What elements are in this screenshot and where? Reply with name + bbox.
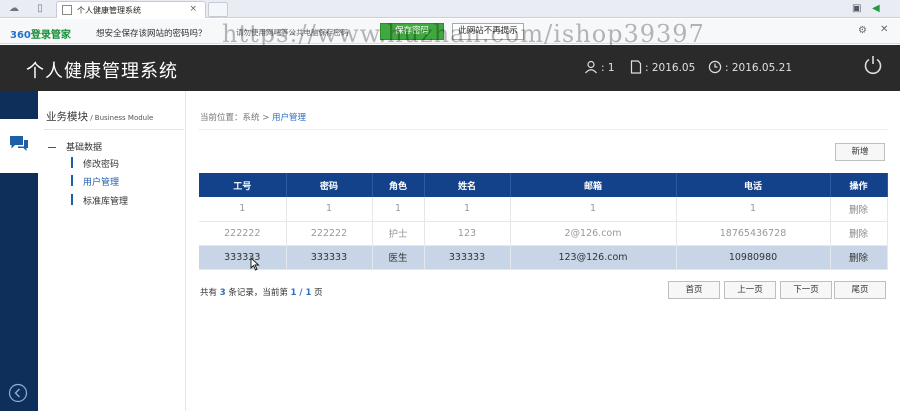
cell-email: 1: [510, 197, 677, 222]
watermark: https://www.huzhan.com/ishop39397: [222, 20, 705, 48]
sidebar-item-user-management[interactable]: 用户管理: [71, 175, 119, 188]
cell-email: 2@126.com: [510, 221, 677, 246]
col-header-password: 密码: [286, 173, 373, 197]
cell-phone: 1: [676, 197, 831, 222]
breadcrumb: 当前位置：系统 > 用户管理: [200, 113, 307, 123]
col-header-id: 工号: [199, 173, 287, 197]
mouse-cursor-icon: [250, 257, 260, 271]
sidebar-group-basic-data[interactable]: 基础数据: [48, 140, 102, 153]
cell-id: 333333: [199, 245, 287, 270]
cloud-icon[interactable]: ☁: [8, 3, 20, 15]
back-circle-icon[interactable]: [8, 383, 28, 403]
col-header-email: 邮箱: [510, 173, 677, 197]
browser-tab-title: 个人健康管理系统: [77, 6, 141, 15]
user-table: 工号 密码 角色 姓名 邮箱 电话 操作 1 1 1 1 1 1 删除 2222…: [199, 173, 888, 270]
header-doc: : 2016.05: [630, 60, 695, 74]
sidebar-item-change-password[interactable]: 修改密码: [71, 157, 119, 170]
header-user: : 1: [584, 60, 615, 74]
bookmark-icon[interactable]: ▣: [852, 3, 861, 14]
save-password-message: 想安全保存该网站的密码吗？: [96, 29, 207, 39]
table-row[interactable]: 222222 222222 护士 123 2@126.com 187654367…: [199, 221, 888, 246]
close-icon[interactable]: ✕: [880, 24, 888, 35]
new-tab-button[interactable]: [208, 2, 228, 17]
clock-icon: [708, 60, 722, 74]
cell-password: 222222: [286, 221, 373, 246]
left-rail: [0, 91, 38, 411]
sidebar-divider: [44, 129, 184, 130]
header-time: : 2016.05.21: [708, 60, 792, 74]
back-arrow-icon[interactable]: ◀: [872, 3, 880, 14]
add-button[interactable]: 新增: [835, 143, 885, 161]
cell-password: 1: [286, 197, 373, 222]
tab-close-icon[interactable]: ×: [189, 4, 197, 14]
cell-email: 123@126.com: [510, 245, 677, 270]
app-header: 个人健康管理系统 : 1 : 2016.05 : 2016.05.21: [0, 45, 900, 91]
col-header-actions: 操作: [830, 173, 888, 197]
cell-phone: 10980980: [676, 245, 831, 270]
col-header-phone: 电话: [676, 173, 831, 197]
app-title: 个人健康管理系统: [26, 61, 178, 82]
delete-link[interactable]: 删除: [830, 197, 888, 222]
collapse-dash-icon: [48, 147, 56, 148]
cell-name: 123: [424, 221, 511, 246]
breadcrumb-current[interactable]: 用户管理: [272, 113, 306, 123]
delete-link[interactable]: 删除: [830, 245, 888, 270]
cell-id: 1: [199, 197, 287, 222]
brand-logo: 360登录管家: [10, 30, 71, 41]
record-count: 共有 3 条记录，当前第 1 / 1 页: [200, 288, 323, 298]
power-icon[interactable]: [862, 54, 884, 76]
chat-bubble-icon: [10, 136, 28, 151]
cell-role: 医生: [372, 245, 425, 270]
page-favicon-icon: [62, 5, 72, 15]
document-icon: [630, 60, 642, 74]
cell-name: 1: [424, 197, 511, 222]
user-icon: [585, 60, 597, 74]
breadcrumb-divider: [198, 129, 888, 130]
cell-phone: 18765436728: [676, 221, 831, 246]
cell-role: 护士: [372, 221, 425, 246]
cell-name: 333333: [424, 245, 511, 270]
cell-password: 333333: [286, 245, 373, 270]
table-row-selected[interactable]: 333333 333333 医生 333333 123@126.com 1098…: [199, 245, 888, 270]
gear-icon[interactable]: ⚙: [858, 25, 867, 36]
first-page-button[interactable]: 首页: [668, 281, 720, 299]
sidebar-item-standard-library[interactable]: 标准库管理: [71, 194, 128, 207]
cell-role: 1: [372, 197, 425, 222]
browser-tab-strip: ☁ ▯ 个人健康管理系统 × ▣ ◀: [0, 0, 900, 18]
col-header-role: 角色: [372, 173, 425, 197]
cell-id: 222222: [199, 221, 287, 246]
blank-page-icon[interactable]: ▯: [34, 3, 46, 15]
col-header-name: 姓名: [424, 173, 511, 197]
sidebar-title: 业务模块 / Business Module: [46, 111, 154, 123]
table-header-row: 工号 密码 角色 姓名 邮箱 电话 操作: [199, 173, 888, 197]
last-page-button[interactable]: 尾页: [834, 281, 886, 299]
table-row[interactable]: 1 1 1 1 1 1 删除: [199, 197, 888, 222]
browser-tab[interactable]: 个人健康管理系统 ×: [56, 1, 206, 18]
next-page-button[interactable]: 下一页: [780, 281, 832, 299]
rail-item-business[interactable]: [0, 119, 38, 173]
prev-page-button[interactable]: 上一页: [724, 281, 776, 299]
sidebar: 业务模块 / Business Module 基础数据 修改密码 用户管理 标准…: [38, 91, 186, 411]
main-content: 当前位置：系统 > 用户管理 新增 工号 密码 角色 姓名 邮箱 电话 操作 1…: [186, 91, 900, 411]
delete-link[interactable]: 删除: [830, 221, 888, 246]
